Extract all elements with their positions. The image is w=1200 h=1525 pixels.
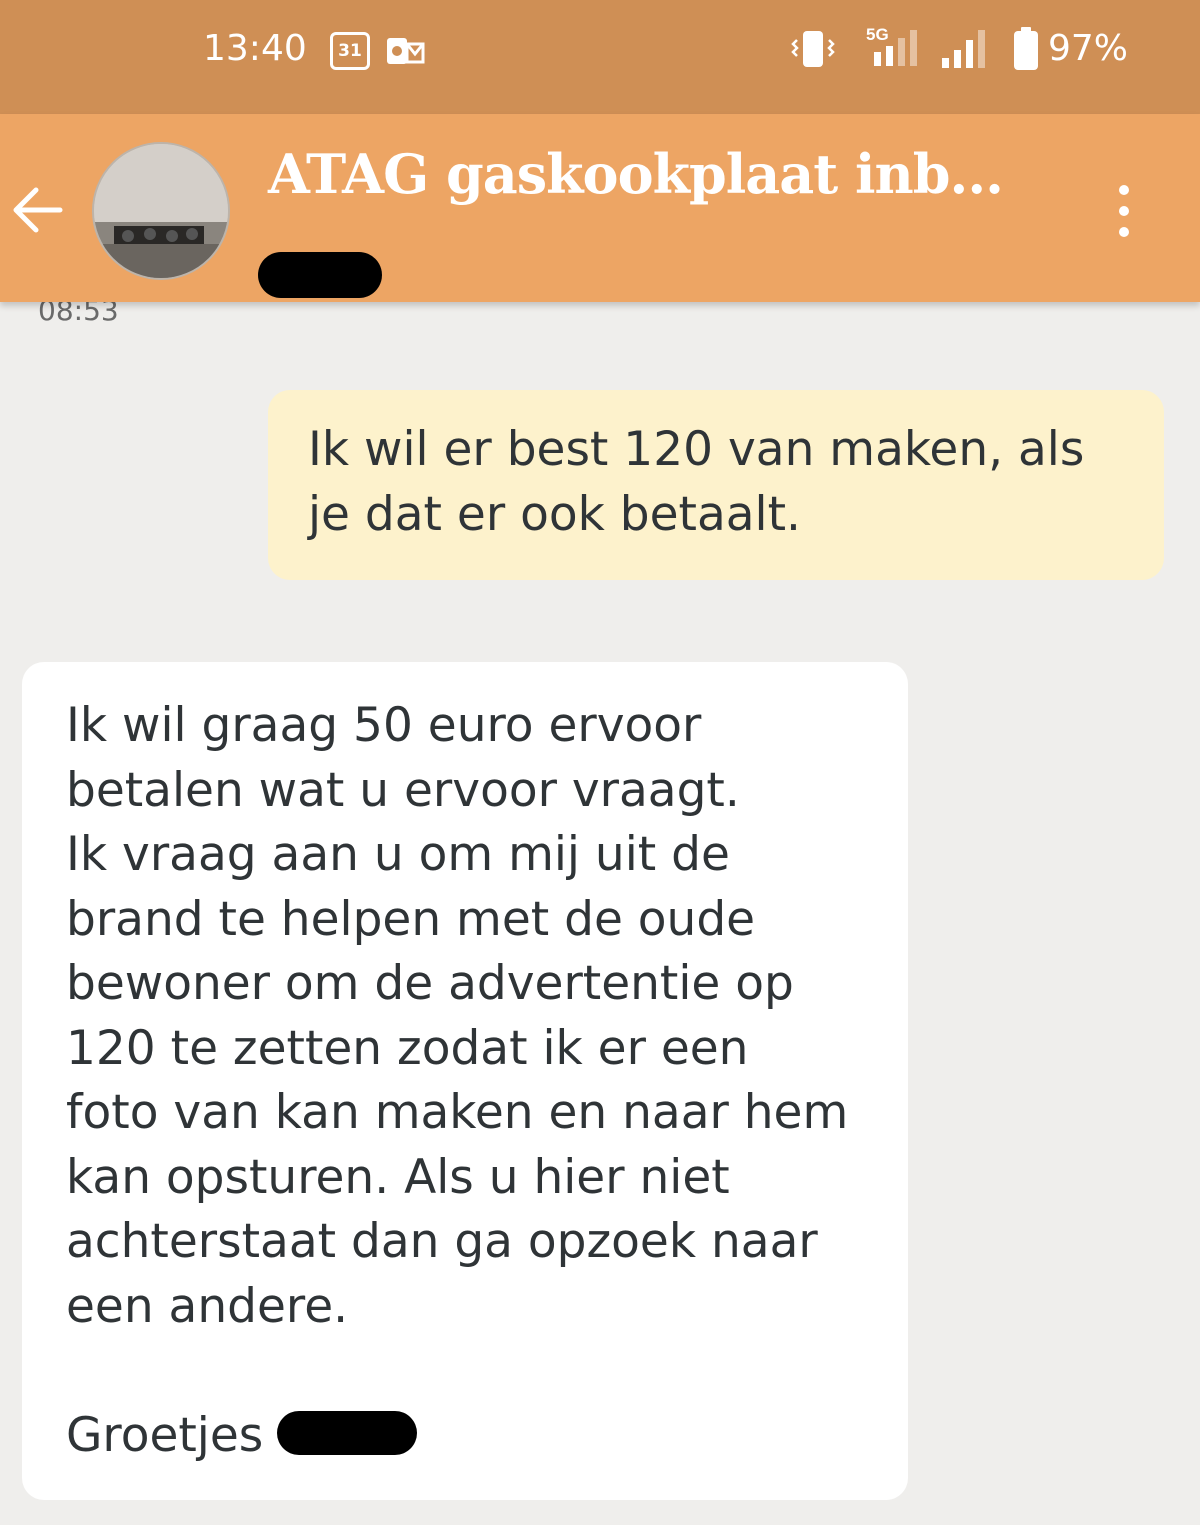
message-line: je dat er ook betaalt. (308, 486, 801, 542)
redacted-subtitle (258, 252, 382, 298)
vibrate-icon (790, 28, 836, 74)
message-line: betalen wat u ervoor vraagt. (66, 762, 740, 818)
message-line: Ik wil graag 50 euro ervoor (66, 698, 702, 753)
message-line: een andere. (66, 1278, 349, 1334)
message-line: achterstaat dan ga opzoek naar (66, 1214, 818, 1269)
outlook-icon (385, 34, 425, 72)
signature-greeting: Groetjes (66, 1407, 264, 1463)
network-type-label: 5G (866, 25, 889, 44)
battery-icon (1012, 26, 1040, 76)
signal-icon (938, 28, 998, 74)
avatar[interactable] (92, 142, 230, 280)
chat-header: ATAG gaskookplaat inb... (0, 114, 1200, 302)
message-line: foto van kan maken en naar hem (66, 1085, 849, 1140)
status-bar: 13:40 31 5G 97% (0, 0, 1200, 114)
message-line: Ik vraag aan u om mij uit de (66, 827, 730, 882)
signature-line: Groetjes (66, 1404, 888, 1469)
message-line: Ik wil er best 120 van maken, als (308, 422, 1085, 477)
message-line: brand te helpen met de oude (66, 891, 756, 947)
incoming-message-bubble[interactable]: Ik wil graag 50 euro ervoor betalen wat … (22, 662, 908, 1500)
outgoing-message-bubble[interactable]: Ik wil er best 120 van maken, als je dat… (268, 390, 1164, 580)
more-vert-icon[interactable] (1112, 180, 1136, 248)
signal-5g-icon: 5G (848, 24, 928, 74)
back-arrow-icon[interactable] (8, 180, 68, 244)
status-time: 13:40 (203, 28, 307, 69)
battery-percentage: 97% (1048, 28, 1129, 69)
calendar-icon: 31 (330, 32, 370, 70)
chat-title: ATAG gaskookplaat inb... (268, 142, 1004, 206)
message-line: kan opsturen. Als u hier niet (66, 1149, 730, 1205)
message-line: 120 te zetten zodat ik er een (66, 1020, 749, 1076)
redacted-name (277, 1410, 418, 1455)
message-line: bewoner om de advertentie op (66, 956, 794, 1011)
